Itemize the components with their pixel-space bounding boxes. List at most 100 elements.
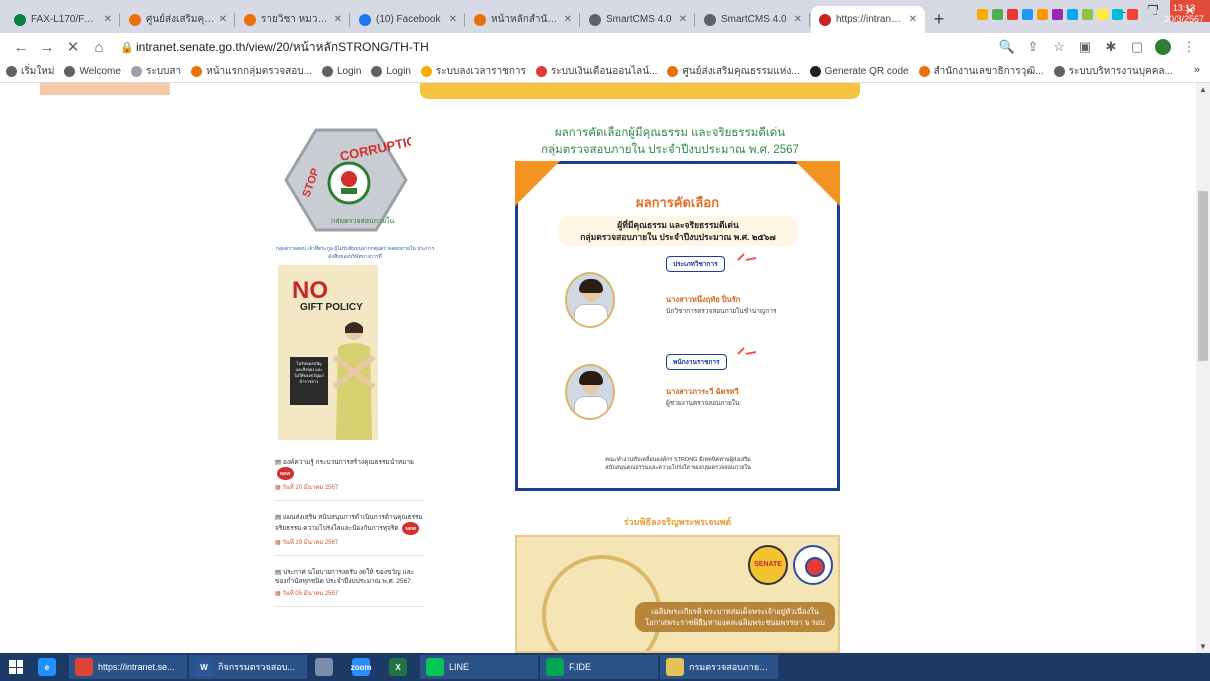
no-gift-policy-poster[interactable]: NO GIFT POLICY ไม่รับของขวัญและสิ่งของ แ…	[278, 265, 378, 440]
tab-title: SmartCMS 4.0	[606, 14, 672, 25]
stop-icon[interactable]: ✕	[60, 38, 86, 56]
bookmark-item[interactable]: Login	[371, 66, 411, 77]
bookmark-favicon-icon	[191, 66, 203, 77]
zoom-icon[interactable]: 🔍	[994, 39, 1020, 55]
forward-icon[interactable]: →	[34, 39, 60, 56]
tray-icon[interactable]	[1007, 8, 1018, 20]
sidebar-caption[interactable]: กลุ่มตรวจสอบ เจ้าที่ตระกูล ผู้ไม่รับสินบ…	[275, 245, 435, 261]
tray-icon[interactable]	[1022, 8, 1033, 20]
tab-close-icon[interactable]: ✕	[564, 14, 572, 25]
card-footer-line2: สนับสนุนคุณธรรมและความโปร่งใส ของกลุ่มตร…	[605, 465, 751, 471]
toolbar-icons: 🔍 ⇪ ☆ ▣ ✱ ▢ ⋮	[994, 39, 1202, 55]
system-clock[interactable]: 13:13 20/3/2567	[1164, 3, 1204, 25]
bookmark-item[interactable]: Generate QR code	[809, 66, 909, 77]
bookmark-item[interactable]: หน้าแรกกลุ่มตรวจสอบ...	[191, 64, 312, 79]
profile-avatar[interactable]	[1155, 39, 1171, 55]
browser-tab[interactable]: FAX-L170/FAX-L150 ✕	[6, 6, 120, 33]
taskbar-app[interactable]: X	[383, 655, 418, 679]
page-scrollbar[interactable]: ▲ ▼	[1196, 83, 1210, 653]
bookmark-label: ระบบเงินเดือนออนไลน์...	[550, 66, 658, 77]
address-bar[interactable]: 🔒 intranet.senate.go.th/view/20/หน้าหลัก…	[120, 36, 986, 58]
scroll-thumb[interactable]	[1198, 191, 1208, 361]
taskbar-app[interactable]: F.IDE	[540, 655, 658, 679]
browser-tab[interactable]: (10) Facebook ✕	[351, 6, 465, 33]
browser-tab[interactable]: รายวิชา หมวดการสอบ ✕	[236, 6, 350, 33]
taskbar-app[interactable]: https://intranet.se...	[69, 655, 187, 679]
card-footer: คณะทำงานขับเคลื่อนองค์กร STRONG มีเทคนิค…	[558, 456, 798, 472]
taskbar-app[interactable]	[309, 655, 344, 679]
taskbar-ie-icon[interactable]: e	[32, 655, 67, 679]
tray-icon[interactable]	[977, 8, 988, 20]
browser-tab[interactable]: https://intranet.sen ✕	[811, 6, 925, 33]
tab-close-icon[interactable]: ✕	[449, 14, 457, 25]
tab-favicon-icon	[244, 13, 256, 26]
category-government-employee: พนักงานราชการ	[666, 354, 727, 370]
scroll-up-icon[interactable]: ▲	[1196, 85, 1210, 94]
tray-icon[interactable]	[1097, 8, 1108, 20]
bookmark-item[interactable]: ศูนย์ส่งเสริมคุณธรรมแห่ง...	[667, 64, 800, 79]
taskbar-app[interactable]: zoom	[346, 655, 381, 679]
stop-corruption-logo[interactable]: CORRUPTION STOP กลุ่มตรวจสอบภายใน	[281, 125, 427, 235]
home-icon[interactable]: ⌂	[86, 39, 112, 56]
bookmark-favicon-icon	[667, 66, 679, 77]
volume-icon[interactable]	[1142, 8, 1153, 20]
browser-tab[interactable]: SmartCMS 4.0 ✕	[581, 6, 695, 33]
taskbar-app[interactable]: LINE	[420, 655, 538, 679]
bookmark-label: ระบบสา	[145, 66, 182, 77]
category-academic: ประเภทวิชาการ	[666, 256, 725, 272]
bookmark-item[interactable]: ระบบเงินเดือนออนไลน์...	[535, 64, 658, 79]
tab-close-icon[interactable]: ✕	[794, 14, 802, 25]
tray-icon[interactable]	[1067, 8, 1078, 20]
tray-icon[interactable]	[1112, 8, 1123, 20]
bookmark-favicon-icon	[809, 66, 821, 77]
royal-blessing-banner[interactable]: SENATE เฉลิมพระเกียรติ พระบาทสมเด็จพระเจ…	[515, 535, 840, 653]
bookmark-item[interactable]: ระบบบริหารงานบุคคล...	[1053, 64, 1173, 79]
browser-tab[interactable]: SmartCMS 4.0 ✕	[696, 6, 810, 33]
extension-icon[interactable]: ▣	[1072, 39, 1098, 55]
menu-icon[interactable]: ⋮	[1176, 39, 1202, 55]
bookmark-item[interactable]: Welcome	[64, 66, 121, 77]
tab-favicon-icon	[819, 13, 831, 26]
selection-result-card[interactable]: ผลการคัดเลือก ผู้ที่มีคุณธรรม และจริยธรร…	[515, 161, 840, 491]
tab-close-icon[interactable]: ✕	[104, 14, 112, 25]
star-icon[interactable]: ☆	[1046, 39, 1072, 55]
browser-tab[interactable]: หน้าหลักสำนักงานฯ ✕	[466, 6, 580, 33]
tab-favicon-icon	[589, 13, 601, 26]
tray-icon[interactable]	[1037, 8, 1048, 20]
share-icon[interactable]: ⇪	[1020, 39, 1046, 55]
start-button[interactable]	[0, 653, 32, 681]
tab-close-icon[interactable]: ✕	[909, 14, 917, 25]
tray-icon[interactable]	[992, 8, 1003, 20]
browser-tab[interactable]: ศูนย์ส่งเสริมคุณธรรมแห่ง ✕	[121, 6, 235, 33]
bookmark-favicon-icon	[6, 66, 17, 77]
tray-icon[interactable]	[1052, 8, 1063, 20]
taskbar-app[interactable]: W กิจกรรมตรวจสอบ...	[189, 655, 307, 679]
bookmark-item[interactable]: ระบบสา	[130, 64, 182, 79]
puzzle-icon[interactable]: ✱	[1098, 39, 1124, 55]
news-text: ▤ องค์ความรู้ กระบวนการสร้างคุณธรรมนำหมา…	[275, 458, 425, 480]
decor-stroke-icon	[737, 347, 757, 355]
new-badge: NEW	[277, 467, 294, 480]
tray-icon[interactable]	[1082, 8, 1093, 20]
tab-close-icon[interactable]: ✕	[679, 14, 687, 25]
news-item[interactable]: ▤ ประกาศ นโยบายการงดรับ งดให้ ของขวัญ แล…	[275, 568, 425, 607]
photo-person-1	[565, 272, 615, 328]
bookmark-item[interactable]: ระบบลงเวลาราชการ	[420, 64, 526, 79]
tab-title: รายวิชา หมวดการสอบ	[261, 14, 330, 25]
top-strip-right	[420, 83, 860, 99]
tab-close-icon[interactable]: ✕	[334, 14, 342, 25]
taskbar-app[interactable]: กรมตรวจสอบภายใน...	[660, 655, 778, 679]
news-item[interactable]: ▤ องค์ความรู้ กระบวนการสร้างคุณธรรมนำหมา…	[275, 458, 425, 501]
new-tab-icon[interactable]: +	[926, 6, 952, 33]
sidepanel-icon[interactable]: ▢	[1124, 39, 1150, 55]
bookmark-item[interactable]: Login	[321, 66, 361, 77]
tab-close-icon[interactable]: ✕	[219, 14, 227, 25]
tray-icon[interactable]	[1127, 8, 1138, 20]
more-bookmarks-icon[interactable]: »	[1194, 64, 1200, 76]
news-item[interactable]: ▤ แผนส่งเสริม สนับสนุนการดำเนินการด้านคุ…	[275, 513, 425, 556]
back-icon[interactable]: ←	[8, 39, 34, 56]
tab-title: SmartCMS 4.0	[721, 14, 787, 25]
scroll-down-icon[interactable]: ▼	[1196, 642, 1210, 651]
bookmark-item[interactable]: สำนักงานเลขาธิการวุฒิ...	[918, 64, 1044, 79]
bookmark-item[interactable]: เริ่มใหม่	[6, 64, 54, 79]
